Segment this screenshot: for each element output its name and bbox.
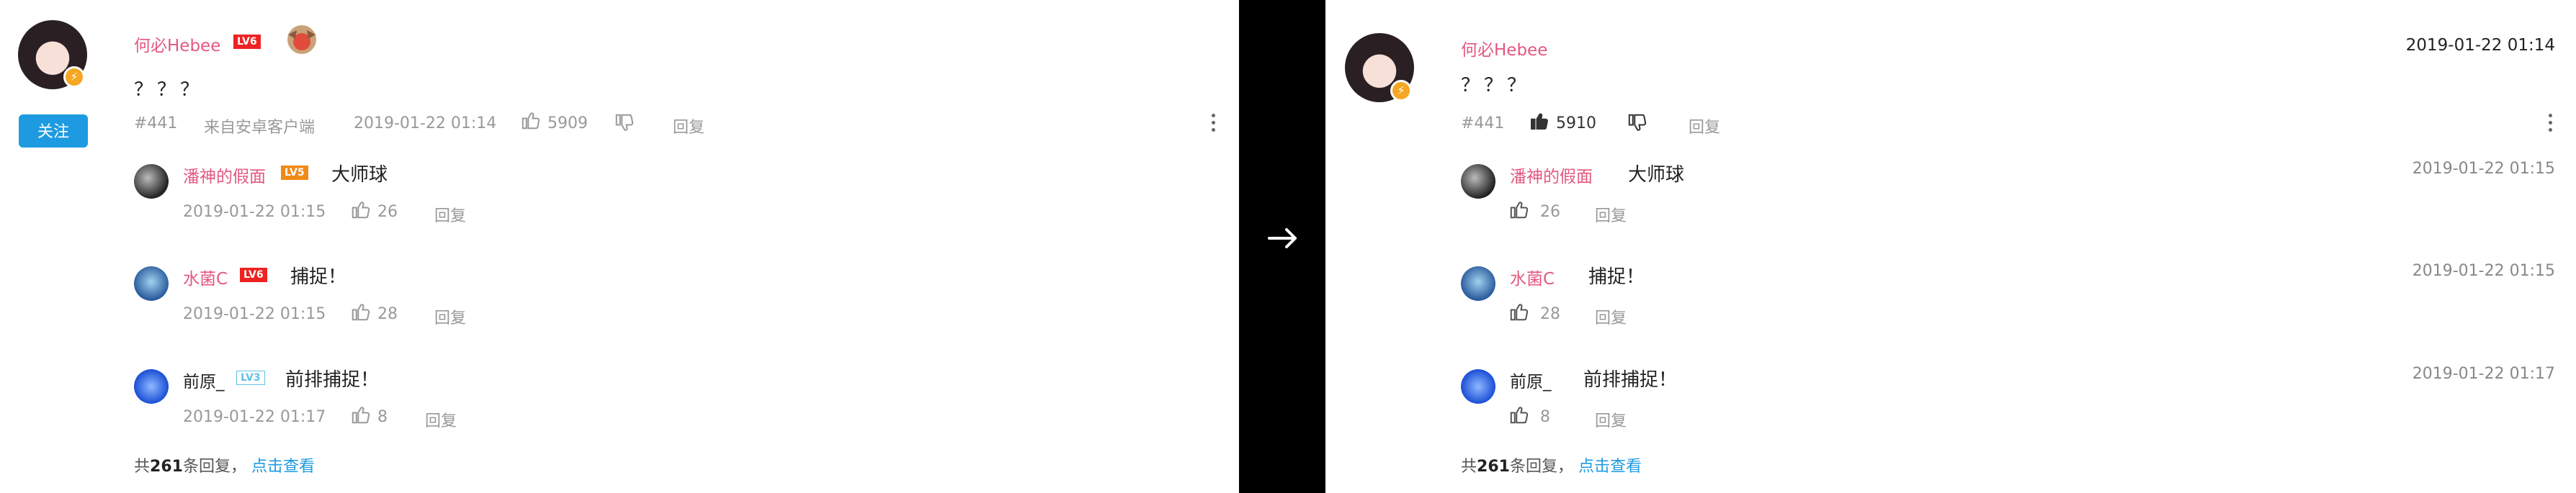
summary-prefix: 共 xyxy=(134,458,151,476)
thumbs-up-icon[interactable] xyxy=(350,301,372,322)
reply-like-count: 26 xyxy=(1540,203,1560,221)
reply-username[interactable]: 前原_ xyxy=(183,368,225,392)
reply-avatar[interactable] xyxy=(134,164,169,199)
like-count: 5910 xyxy=(1556,114,1596,132)
thumbs-up-icon[interactable] xyxy=(1508,199,1530,220)
thumbs-up-icon[interactable] xyxy=(1508,301,1530,322)
comparison-divider xyxy=(1239,0,1325,493)
reply-avatar[interactable] xyxy=(134,369,169,404)
reply-content: 大师球 xyxy=(331,164,388,186)
reply-username[interactable]: 潘神的假面 xyxy=(183,163,266,187)
reply-username[interactable]: 前原_ xyxy=(1510,368,1552,392)
reply-content: 前排捕捉！ xyxy=(285,369,380,391)
more-vertical-icon[interactable] xyxy=(2549,114,2553,135)
reply-content: 大师球 xyxy=(1628,164,1685,186)
reply-button[interactable]: 回复 xyxy=(1595,203,1627,226)
reply-content: 捕捉！ xyxy=(290,266,347,288)
thumbs-down-icon[interactable] xyxy=(1627,112,1648,134)
vip-badge-icon: ⚡ xyxy=(1390,80,1412,101)
comment-time: 2019-01-22 01:14 xyxy=(354,114,497,132)
reply-username[interactable]: 水菌C xyxy=(183,265,228,289)
comment-time: 2019-01-22 01:14 xyxy=(2405,36,2555,55)
comment-panel-after: ⚡ 何必Hebee 2019-01-22 01:14 ？？？ #441 5910… xyxy=(1325,0,2576,493)
level-badge: LV3 xyxy=(236,371,265,385)
reply-content: 捕捉！ xyxy=(1588,266,1645,288)
pendant-icon xyxy=(287,25,316,54)
reply-like-count: 28 xyxy=(1540,305,1560,323)
reply-avatar[interactable] xyxy=(134,266,169,301)
reply-avatar[interactable] xyxy=(1461,164,1495,199)
comment-panel-before: ⚡ 关注 何必Hebee LV6 ？？？ #441 来自安卓客户端 2019-0… xyxy=(0,0,1239,493)
comment-username[interactable]: 何必Hebee xyxy=(134,32,220,56)
reply-like-count: 26 xyxy=(377,203,398,221)
thumbs-up-icon[interactable] xyxy=(350,404,372,425)
thumbs-up-icon[interactable] xyxy=(1508,404,1530,425)
reply-time: 2019-01-22 01:15 xyxy=(2412,262,2555,280)
reply-total: 261 xyxy=(150,458,183,476)
thumbs-up-icon[interactable] xyxy=(350,199,372,220)
thumbs-up-icon[interactable] xyxy=(520,109,542,131)
vip-badge-icon: ⚡ xyxy=(63,66,85,88)
reply-button[interactable]: 回复 xyxy=(434,305,466,328)
comment-content: ？？？ xyxy=(134,79,204,101)
follow-button[interactable]: 关注 xyxy=(19,114,88,148)
reply-total: 261 xyxy=(1477,458,1510,476)
thumbs-down-icon[interactable] xyxy=(614,112,635,134)
view-all-replies-link[interactable]: 点击查看 xyxy=(1578,458,1642,476)
floor-number: #441 xyxy=(134,114,178,132)
reply-like-count: 8 xyxy=(377,408,388,426)
reply-avatar[interactable] xyxy=(1461,369,1495,404)
reply-content: 前排捕捉！ xyxy=(1583,369,1678,391)
reply-time: 2019-01-22 01:15 xyxy=(2412,160,2555,178)
reply-button[interactable]: 回复 xyxy=(1689,114,1720,137)
reply-summary: 共261条回复， 点击查看 xyxy=(134,453,315,476)
reply-button[interactable]: 回复 xyxy=(673,114,705,137)
floor-number: #441 xyxy=(1461,114,1505,132)
source-text: 来自安卓客户端 xyxy=(204,119,316,137)
thumbs-up-icon[interactable] xyxy=(1529,110,1550,132)
level-badge: LV6 xyxy=(240,268,267,282)
reply-time: 2019-01-22 01:15 xyxy=(183,203,326,221)
reply-summary: 共261条回复， 点击查看 xyxy=(1461,453,1642,476)
reply-like-count: 8 xyxy=(1540,408,1550,426)
reply-like-count: 28 xyxy=(377,305,398,323)
reply-time: 2019-01-22 01:15 xyxy=(183,305,326,323)
reply-username[interactable]: 水菌C xyxy=(1510,265,1555,289)
reply-button[interactable]: 回复 xyxy=(1595,408,1627,431)
reply-button[interactable]: 回复 xyxy=(425,408,457,431)
reply-button[interactable]: 回复 xyxy=(1595,305,1627,328)
reply-button[interactable]: 回复 xyxy=(434,203,466,226)
level-badge: LV6 xyxy=(233,35,261,49)
level-badge: LV5 xyxy=(281,166,308,180)
more-vertical-icon[interactable] xyxy=(1212,114,1216,135)
reply-username[interactable]: 潘神的假面 xyxy=(1510,163,1593,187)
arrow-right-icon xyxy=(1268,228,1297,248)
view-all-replies-link[interactable]: 点击查看 xyxy=(251,458,315,476)
like-count: 5909 xyxy=(547,114,588,132)
reply-avatar[interactable] xyxy=(1461,266,1495,301)
comment-username[interactable]: 何必Hebee xyxy=(1461,36,1547,60)
summary-suffix: 条回复， xyxy=(1509,458,1573,476)
summary-suffix: 条回复， xyxy=(182,458,246,476)
reply-time: 2019-01-22 01:17 xyxy=(2412,365,2555,383)
summary-prefix: 共 xyxy=(1461,458,1477,476)
comment-content: ？？？ xyxy=(1461,75,1531,96)
reply-time: 2019-01-22 01:17 xyxy=(183,408,326,426)
